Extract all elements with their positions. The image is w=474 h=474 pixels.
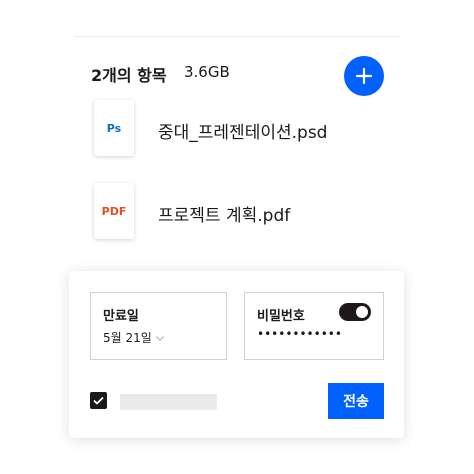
file-type-badge: Ps [106, 121, 122, 135]
total-size-label: 3.6GB [184, 63, 230, 81]
password-value: •••••••••••• [257, 327, 342, 341]
file-name: 중대_프레젠테이션.psd [158, 123, 328, 143]
file-name: 프로젝트 계획.pdf [158, 206, 291, 226]
send-button[interactable]: 전송 [328, 383, 384, 419]
add-files-button[interactable] [344, 56, 384, 96]
password-label: 비밀번호 [257, 309, 305, 324]
chevron-down-icon [155, 335, 164, 341]
share-settings-panel: 만료일 5월 21일 비밀번호 •••••••••••• 전송 [69, 271, 404, 438]
plus-icon [355, 67, 373, 85]
toggle-knob [356, 306, 368, 318]
file-type-badge: PDF [101, 204, 127, 218]
divider [74, 36, 400, 37]
pdf-file-icon: PDF [94, 183, 134, 239]
photoshop-file-icon: Ps [94, 100, 134, 156]
password-toggle[interactable] [339, 303, 371, 321]
expiry-value[interactable]: 5월 21일 [103, 329, 165, 346]
option-checkbox[interactable] [90, 392, 107, 409]
password-field[interactable]: 비밀번호 •••••••••••• [244, 292, 384, 360]
expiry-date-field[interactable]: 만료일 5월 21일 [90, 292, 227, 360]
expiry-date-text: 5월 21일 [103, 331, 152, 345]
expiry-label: 만료일 [103, 309, 139, 324]
file-list-item[interactable]: Ps 중대_프레젠테이션.psd [94, 100, 394, 160]
file-list-card: 2개의 항목 3.6GB Ps 중대_프레젠테이션.psd PDF 프로젝트 계… [74, 0, 400, 300]
checkmark-icon [93, 396, 104, 405]
item-count-label: 2개의 항목 [91, 66, 167, 85]
option-label-placeholder [120, 394, 217, 410]
file-list-item[interactable]: PDF 프로젝트 계획.pdf [94, 183, 394, 243]
